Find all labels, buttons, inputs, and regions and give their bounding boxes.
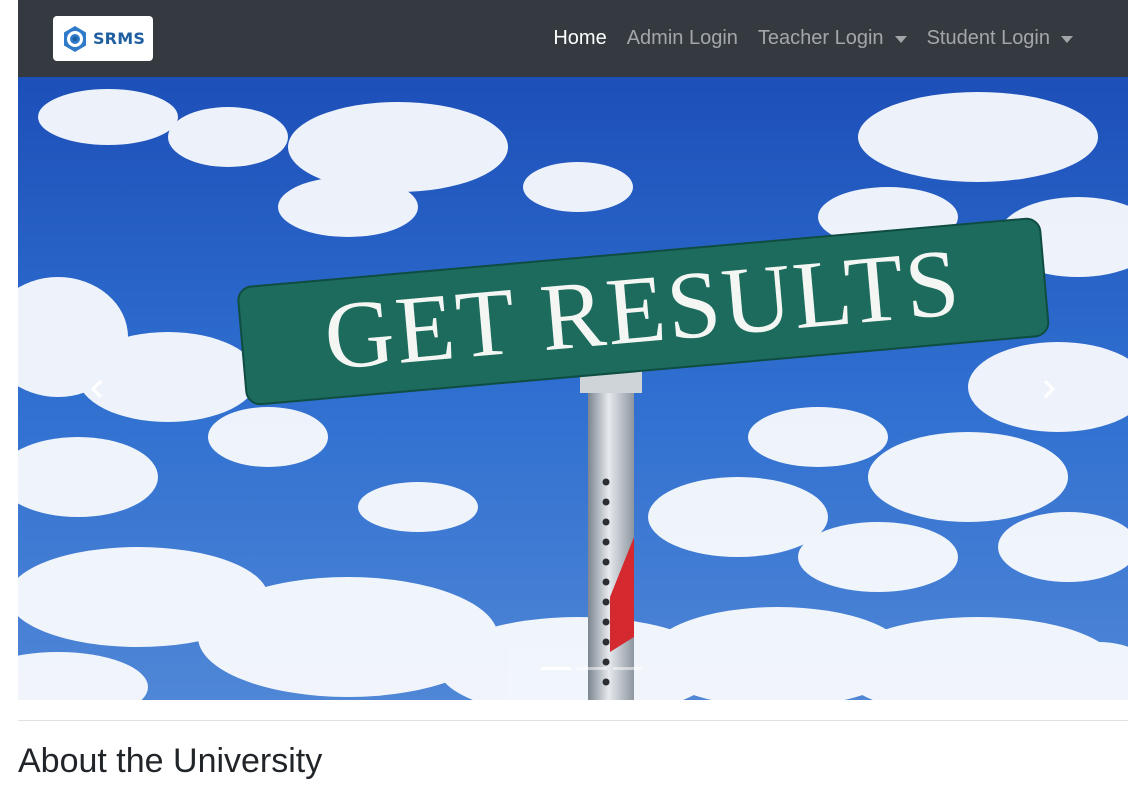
nav-student-login-dropdown[interactable]: Student Login: [917, 19, 1083, 58]
nav-teacher-login-dropdown[interactable]: Teacher Login: [748, 19, 917, 58]
section-divider: [18, 720, 1128, 721]
nav-links: Home Admin Login Teacher Login Student L…: [543, 0, 1083, 77]
nav-admin-login-link[interactable]: Admin Login: [617, 19, 748, 58]
image-carousel: GET RESULTS: [18, 77, 1128, 700]
student-login-label: Student Login: [926, 27, 1050, 49]
brand-name: SRMS: [92, 29, 146, 48]
nav-home-link[interactable]: Home: [543, 19, 616, 58]
about-heading: About the University: [18, 742, 323, 780]
chevron-right-icon: [1043, 379, 1056, 398]
navbar: SRMS Home Admin Login Teacher Login Stud…: [18, 0, 1128, 77]
get-results-sign-image: GET RESULTS: [18, 77, 1128, 700]
brand-logo-link[interactable]: SRMS: [53, 16, 153, 61]
hexagon-ring-logo-icon: [63, 25, 86, 52]
caret-down-icon: [1061, 36, 1073, 43]
carousel-indicator-2[interactable]: [577, 667, 607, 670]
carousel-indicator-1[interactable]: [541, 667, 571, 670]
carousel-prev-button[interactable]: [18, 77, 178, 700]
carousel-indicators: [18, 667, 1128, 670]
carousel-next-button[interactable]: [968, 77, 1128, 700]
caret-down-icon: [894, 36, 907, 43]
teacher-login-label: Teacher Login: [757, 27, 884, 49]
carousel-indicator-3[interactable]: [613, 667, 643, 670]
chevron-left-icon: [90, 379, 103, 398]
